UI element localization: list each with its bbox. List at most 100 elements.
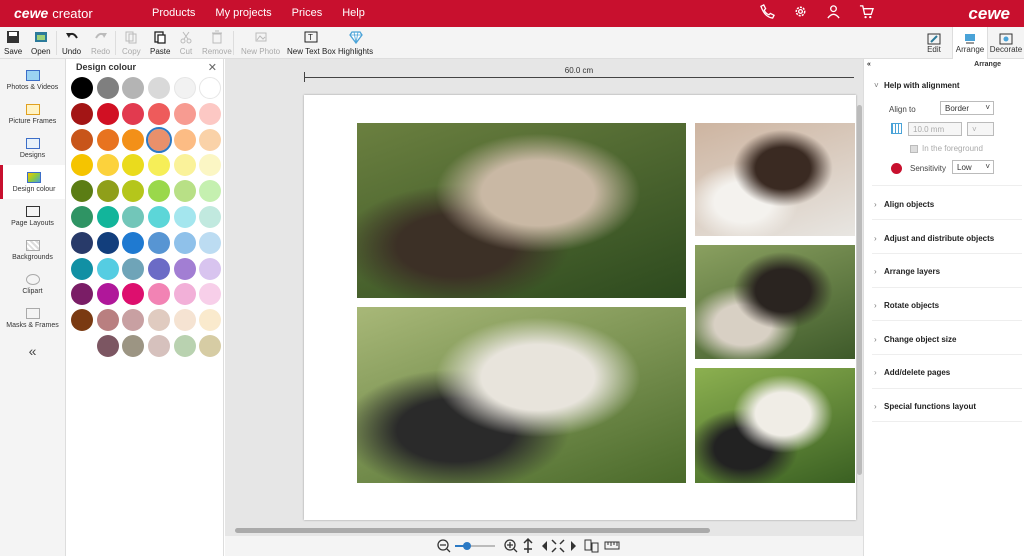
nav-designs[interactable]: Designs [0,131,65,165]
ruler-icon[interactable] [604,541,620,550]
colour-swatch[interactable] [96,205,119,228]
nav-clipart[interactable]: Clipart [0,267,65,301]
colour-swatch[interactable] [147,309,170,332]
fit-screen-icon[interactable] [551,539,565,553]
colour-swatch[interactable] [96,334,119,357]
colour-swatch[interactable] [147,257,170,280]
colour-swatch[interactable] [173,334,196,357]
colour-swatch[interactable] [70,205,93,228]
zoom-in-icon[interactable] [504,539,518,553]
colour-swatch[interactable] [96,128,119,151]
colour-swatch[interactable] [122,334,145,357]
colour-swatch[interactable] [199,77,222,99]
colour-swatch[interactable] [173,257,196,280]
collapse-panel-button[interactable]: « [0,343,65,359]
page-swap-icon[interactable] [584,539,599,553]
colour-swatch[interactable] [173,128,196,151]
nav-backgrounds[interactable]: Backgrounds [0,233,65,267]
undo-button[interactable]: Undo [62,30,81,56]
cut-button[interactable]: Cut [179,30,193,56]
section-arrange-layers[interactable]: › Arrange layers [874,267,1019,276]
colour-swatch[interactable] [122,283,145,306]
colour-swatch[interactable] [122,205,145,228]
colour-swatch[interactable] [199,257,222,280]
colour-swatch[interactable] [96,257,119,280]
zoom-slider[interactable] [455,542,495,550]
highlights-button[interactable]: Highlights [338,30,373,56]
spacing-input[interactable]: 10.0 mm [908,122,962,136]
nav-design-colour[interactable]: Design colour [0,165,65,199]
new-photo-button[interactable]: New Photo [241,30,280,56]
colour-swatch[interactable] [70,283,93,306]
colour-swatch[interactable] [173,102,196,125]
colour-swatch[interactable] [147,205,170,228]
colour-swatch[interactable] [70,309,93,332]
colour-swatch[interactable] [199,154,222,177]
colour-swatch[interactable] [199,180,222,203]
close-icon[interactable]: ✕ [208,61,217,74]
section-change-size[interactable]: › Change object size [874,335,1019,344]
colour-swatch[interactable] [122,77,145,99]
colour-swatch[interactable] [70,128,93,151]
tab-decorate[interactable]: Decorate [988,27,1024,59]
colour-swatch[interactable] [147,231,170,254]
photo-brides-kiss[interactable] [357,123,686,298]
colour-swatch[interactable] [173,309,196,332]
colour-swatch[interactable] [70,154,93,177]
colour-swatch[interactable] [96,283,119,306]
colour-swatch[interactable] [122,309,145,332]
colour-swatch[interactable] [96,102,119,125]
section-adjust-distribute[interactable]: › Adjust and distribute objects [874,234,1019,243]
scroll-thumb[interactable] [235,528,710,533]
section-special-functions[interactable]: › Special functions layout [874,402,1019,411]
photo-brides-hug[interactable] [357,307,686,483]
colour-swatch[interactable] [122,257,145,280]
colour-swatch[interactable] [70,257,93,280]
colour-swatch[interactable] [147,102,170,125]
colour-swatch[interactable] [199,102,222,125]
nav-help[interactable]: Help [342,7,365,19]
colour-swatch[interactable] [173,77,196,99]
scroll-thumb[interactable] [857,105,862,475]
section-align-objects[interactable]: › Align objects [874,200,1019,209]
colour-swatch[interactable] [70,102,93,125]
colour-swatch[interactable] [199,283,222,306]
save-button[interactable]: Save [4,30,22,56]
colour-swatch[interactable] [147,77,170,99]
gear-icon[interactable] [793,4,808,19]
cewe-logo[interactable]: cewe [968,4,1010,24]
colour-swatch[interactable] [173,205,196,228]
spacing-unit-select[interactable]: ˅ [967,122,994,136]
colour-swatch[interactable] [70,77,93,99]
colour-swatch[interactable] [147,283,170,306]
colour-swatch[interactable] [145,126,172,153]
copy-button[interactable]: Copy [122,30,141,56]
cart-icon[interactable] [859,4,874,19]
colour-swatch[interactable] [122,180,145,203]
colour-swatch[interactable] [173,154,196,177]
horizontal-scrollbar[interactable] [230,527,855,534]
photo-guests-dancing[interactable] [695,368,855,483]
colour-swatch[interactable] [199,205,222,228]
colour-swatch[interactable] [173,283,196,306]
colour-swatch[interactable] [96,309,119,332]
colour-swatch[interactable] [199,231,222,254]
user-icon[interactable] [826,4,841,19]
colour-swatch[interactable] [147,334,170,357]
colour-swatch[interactable] [70,180,93,203]
zoom-out-icon[interactable] [437,539,451,553]
tab-edit[interactable]: Edit [916,27,952,59]
colour-swatch[interactable] [173,231,196,254]
nav-masks-frames[interactable]: Masks & Frames [0,301,65,335]
brand-logo[interactable]: cewe creator [14,5,93,21]
redo-button[interactable]: Redo [91,30,110,56]
colour-swatch[interactable] [70,231,93,254]
previous-page-icon[interactable] [542,541,547,551]
section-rotate-objects[interactable]: › Rotate objects [874,301,1019,310]
section-help-alignment[interactable]: ˅ Help with alignment [874,81,1019,90]
nav-page-layouts[interactable]: Page Layouts [0,199,65,233]
paste-button[interactable]: Paste [150,30,170,56]
photo-book-page[interactable] [304,95,856,520]
photo-makeup[interactable] [695,123,855,236]
colour-swatch[interactable] [122,128,145,151]
